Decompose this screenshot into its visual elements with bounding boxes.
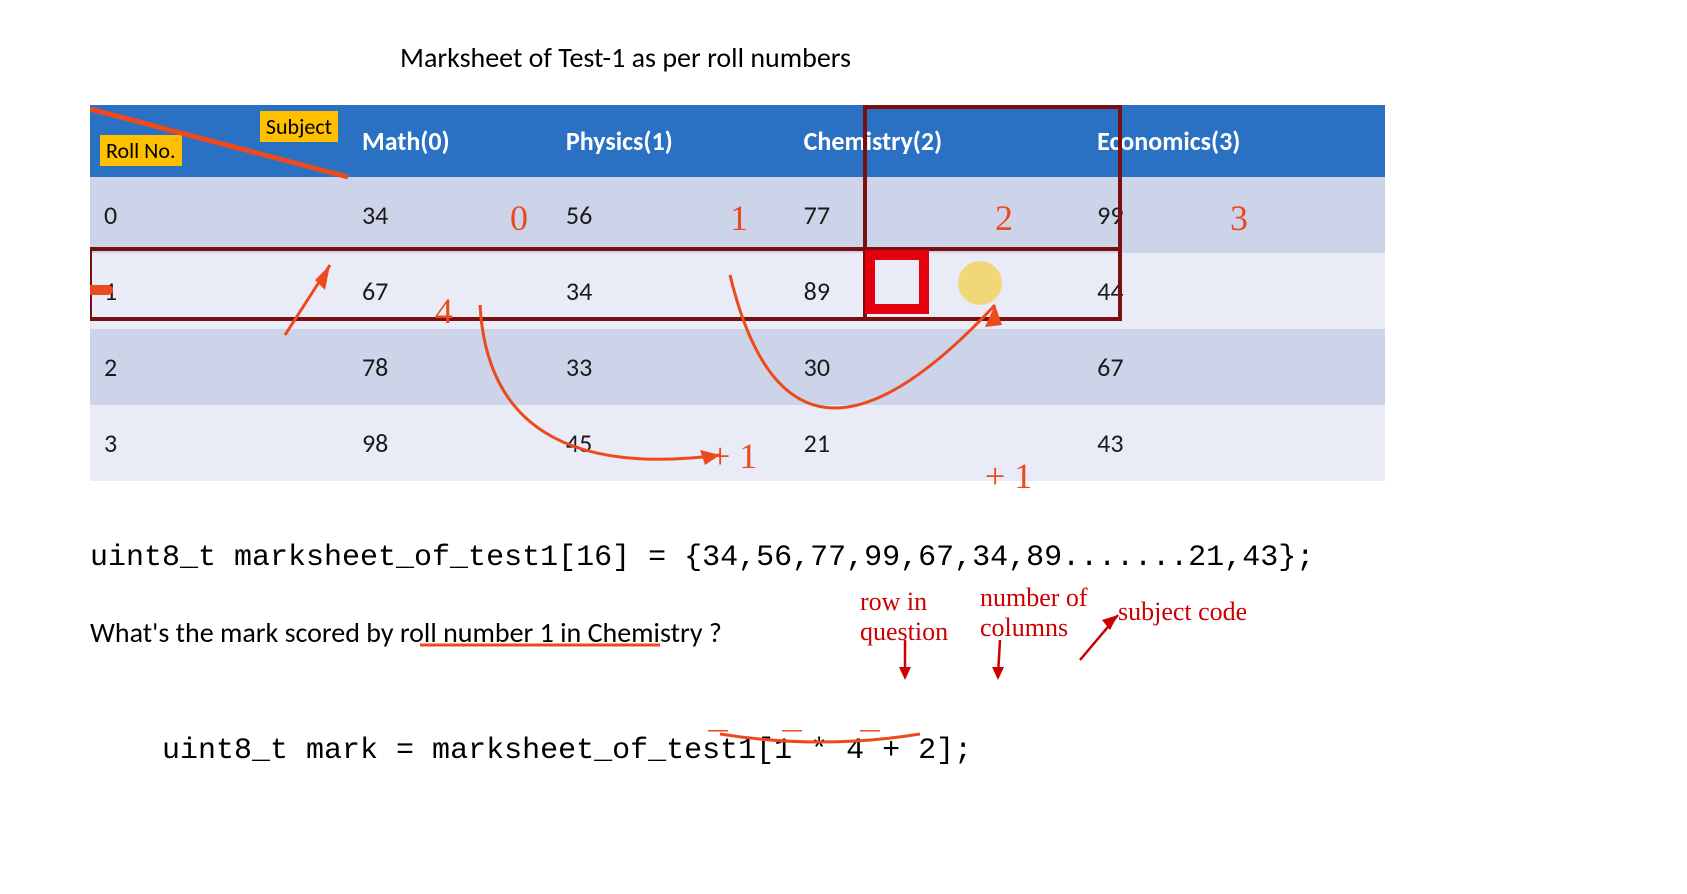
mark-cell: 33 bbox=[552, 329, 790, 405]
table-row: 2 78 33 30 67 bbox=[90, 329, 1385, 405]
code-area: uint8_t marksheet_of_test1[16] = {34,56,… bbox=[90, 541, 1597, 836]
mark-cell: 56 bbox=[552, 177, 790, 253]
roll-cell: 3 bbox=[90, 405, 348, 481]
mark-cell: 67 bbox=[348, 253, 552, 329]
header-economics: Economics(3) bbox=[1083, 105, 1385, 177]
mark-cell: 34 bbox=[552, 253, 790, 329]
code-line-2: uint8_t mark = marksheet_of_test1[1 * 4 … bbox=[90, 700, 1597, 836]
mark-cell: 67 bbox=[1083, 329, 1385, 405]
anno-num-columns: number of columns bbox=[980, 583, 1110, 643]
mark-cell: 99 bbox=[1083, 177, 1385, 253]
page-title: Marksheet of Test-1 as per roll numbers bbox=[400, 40, 1597, 75]
table-row: 3 98 45 21 43 bbox=[90, 405, 1385, 481]
header-chemistry: Chemistry(2) bbox=[790, 105, 1084, 177]
mark-cell: 77 bbox=[790, 177, 1084, 253]
marksheet-table: Subject Roll No. Math(0) Physics(1) Chem… bbox=[90, 105, 1385, 481]
table-row: 1 67 34 89 44 bbox=[90, 253, 1385, 329]
question-line: What's the mark scored by roll number 1 … bbox=[90, 615, 1597, 650]
roll-cell: 0 bbox=[90, 177, 348, 253]
table-row: 0 34 56 77 99 bbox=[90, 177, 1385, 253]
code-line-1: uint8_t marksheet_of_test1[16] = {34,56,… bbox=[90, 541, 1597, 575]
corner-subject-label: Subject bbox=[260, 111, 338, 142]
mark-cell: 78 bbox=[348, 329, 552, 405]
anno-subject-code: subject code bbox=[1118, 597, 1247, 627]
mark-cell: 43 bbox=[1083, 405, 1385, 481]
corner-roll-label: Roll No. bbox=[100, 135, 182, 166]
mark-cell: 34 bbox=[348, 177, 552, 253]
mark-cell: 89 bbox=[790, 253, 1084, 329]
header-physics: Physics(1) bbox=[552, 105, 790, 177]
header-math: Math(0) bbox=[348, 105, 552, 177]
roll-cell: 2 bbox=[90, 329, 348, 405]
mark-cell: 98 bbox=[348, 405, 552, 481]
question-text: What's the mark scored by roll number 1 … bbox=[90, 615, 722, 650]
mark-cell: 21 bbox=[790, 405, 1084, 481]
mark-cell: 45 bbox=[552, 405, 790, 481]
code-line-2-text: uint8_t mark = marksheet_of_test1[1 * 4 … bbox=[162, 734, 972, 768]
mark-cell: 30 bbox=[790, 329, 1084, 405]
mark-cell: 44 bbox=[1083, 253, 1385, 329]
marksheet-table-wrap: Subject Roll No. Math(0) Physics(1) Chem… bbox=[90, 105, 1385, 481]
corner-header: Subject Roll No. bbox=[90, 105, 348, 177]
anno-row-in-question: row in question bbox=[860, 587, 980, 647]
roll-cell: 1 bbox=[90, 253, 348, 329]
